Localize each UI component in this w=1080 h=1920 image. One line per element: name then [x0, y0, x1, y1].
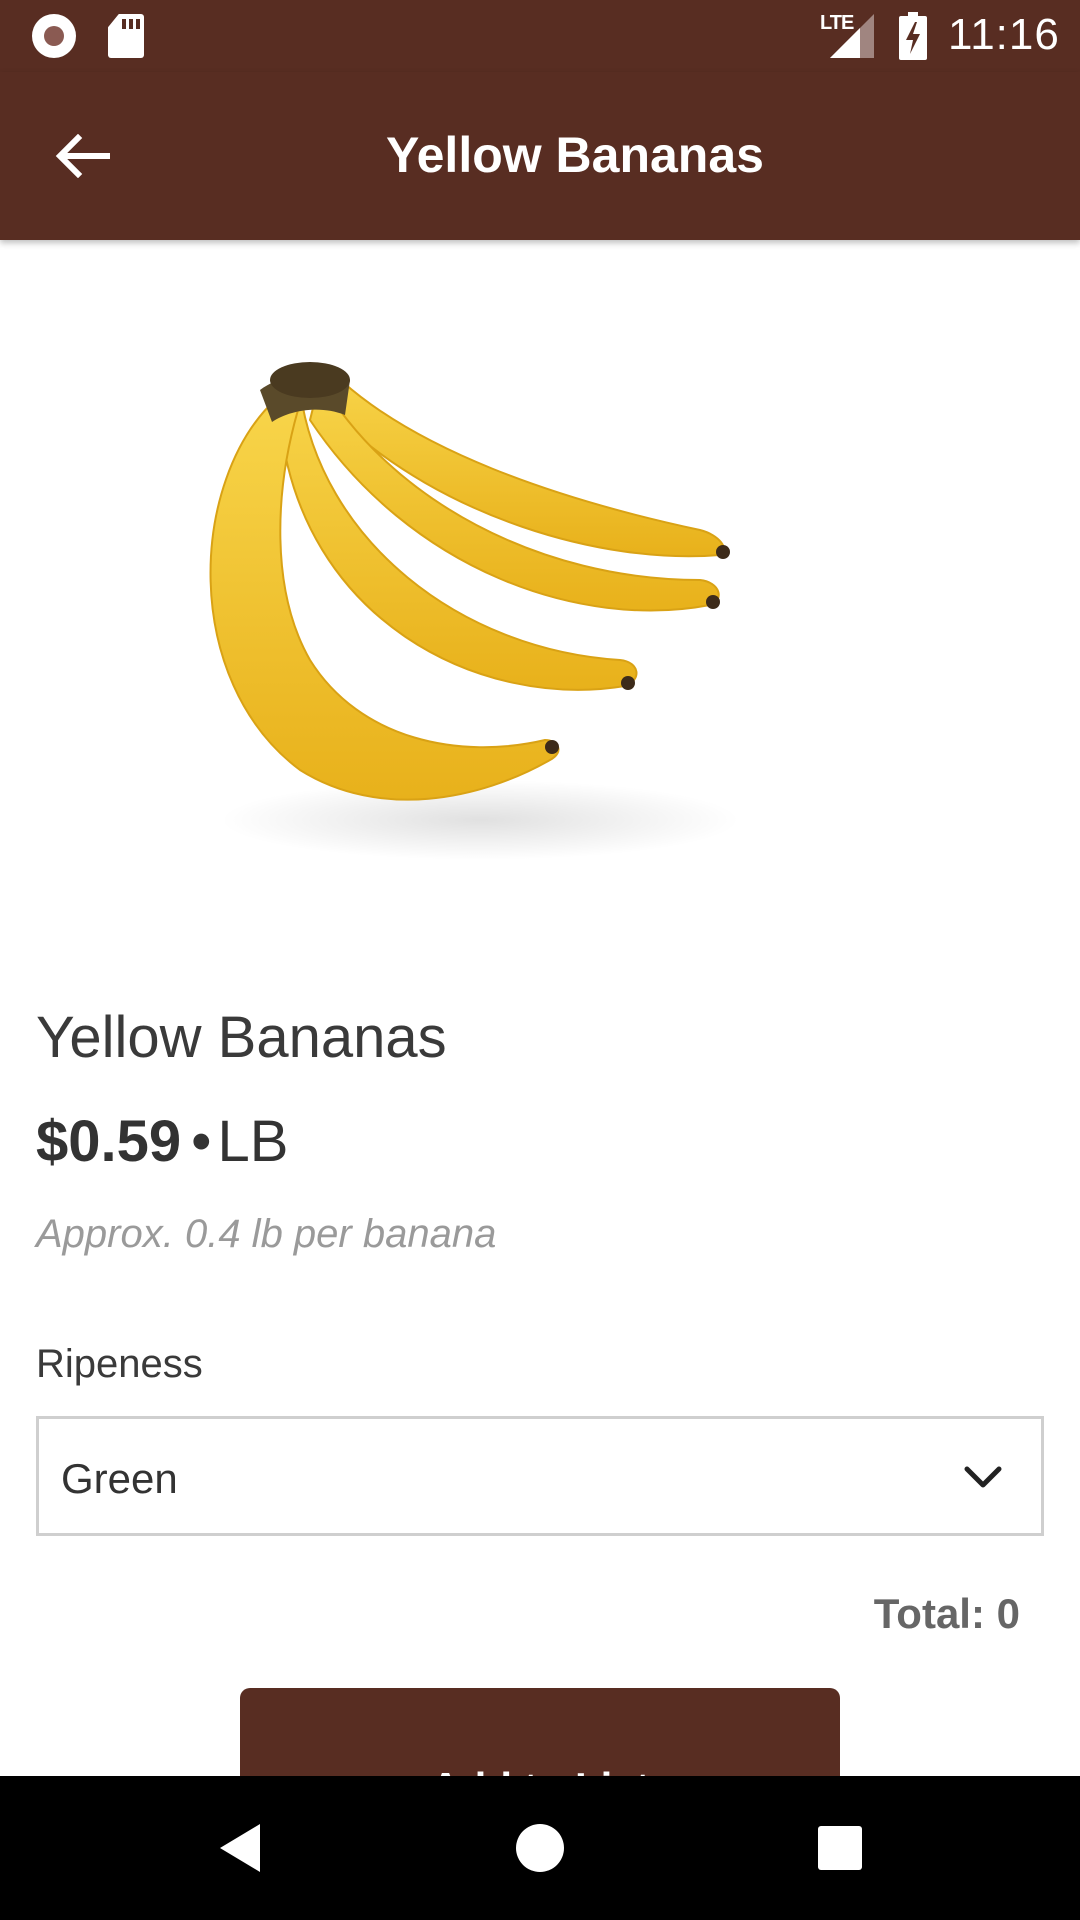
- price-unit: LB: [217, 1109, 289, 1174]
- square-recents-icon: [818, 1826, 862, 1870]
- nav-recents-button[interactable]: [804, 1812, 876, 1884]
- ripeness-selected-value: Green: [61, 1455, 178, 1502]
- chevron-down-icon: [964, 1466, 1002, 1488]
- price-value: $0.59: [36, 1109, 182, 1174]
- record-icon: [32, 14, 76, 58]
- banana-bunch-image: [209, 362, 740, 860]
- product-name: Yellow Bananas: [36, 1005, 447, 1070]
- ripeness-label: Ripeness: [36, 1342, 203, 1386]
- circle-home-icon: [516, 1824, 564, 1872]
- ripeness-dropdown[interactable]: Green: [36, 1416, 1044, 1536]
- signal-icon: [830, 14, 874, 58]
- price-separator: •: [191, 1109, 212, 1174]
- sd-card-icon: [108, 14, 144, 58]
- nav-back-button[interactable]: [204, 1812, 276, 1884]
- nav-home-button[interactable]: [504, 1812, 576, 1884]
- page-title: Yellow Bananas: [386, 127, 764, 183]
- triangle-back-icon: [220, 1824, 260, 1872]
- status-bar: LTE 11:16: [0, 0, 1080, 72]
- app-bar: Yellow Bananas: [0, 72, 1080, 240]
- price-line: $0.59 • LB: [36, 1108, 288, 1175]
- total-count: Total: 0: [873, 1590, 1020, 1637]
- battery-charging-icon: [899, 12, 927, 60]
- approx-weight-note: Approx. 0.4 lb per banana: [36, 1212, 497, 1256]
- system-nav-bar: [0, 1776, 1080, 1920]
- status-time: 11:16: [948, 10, 1060, 59]
